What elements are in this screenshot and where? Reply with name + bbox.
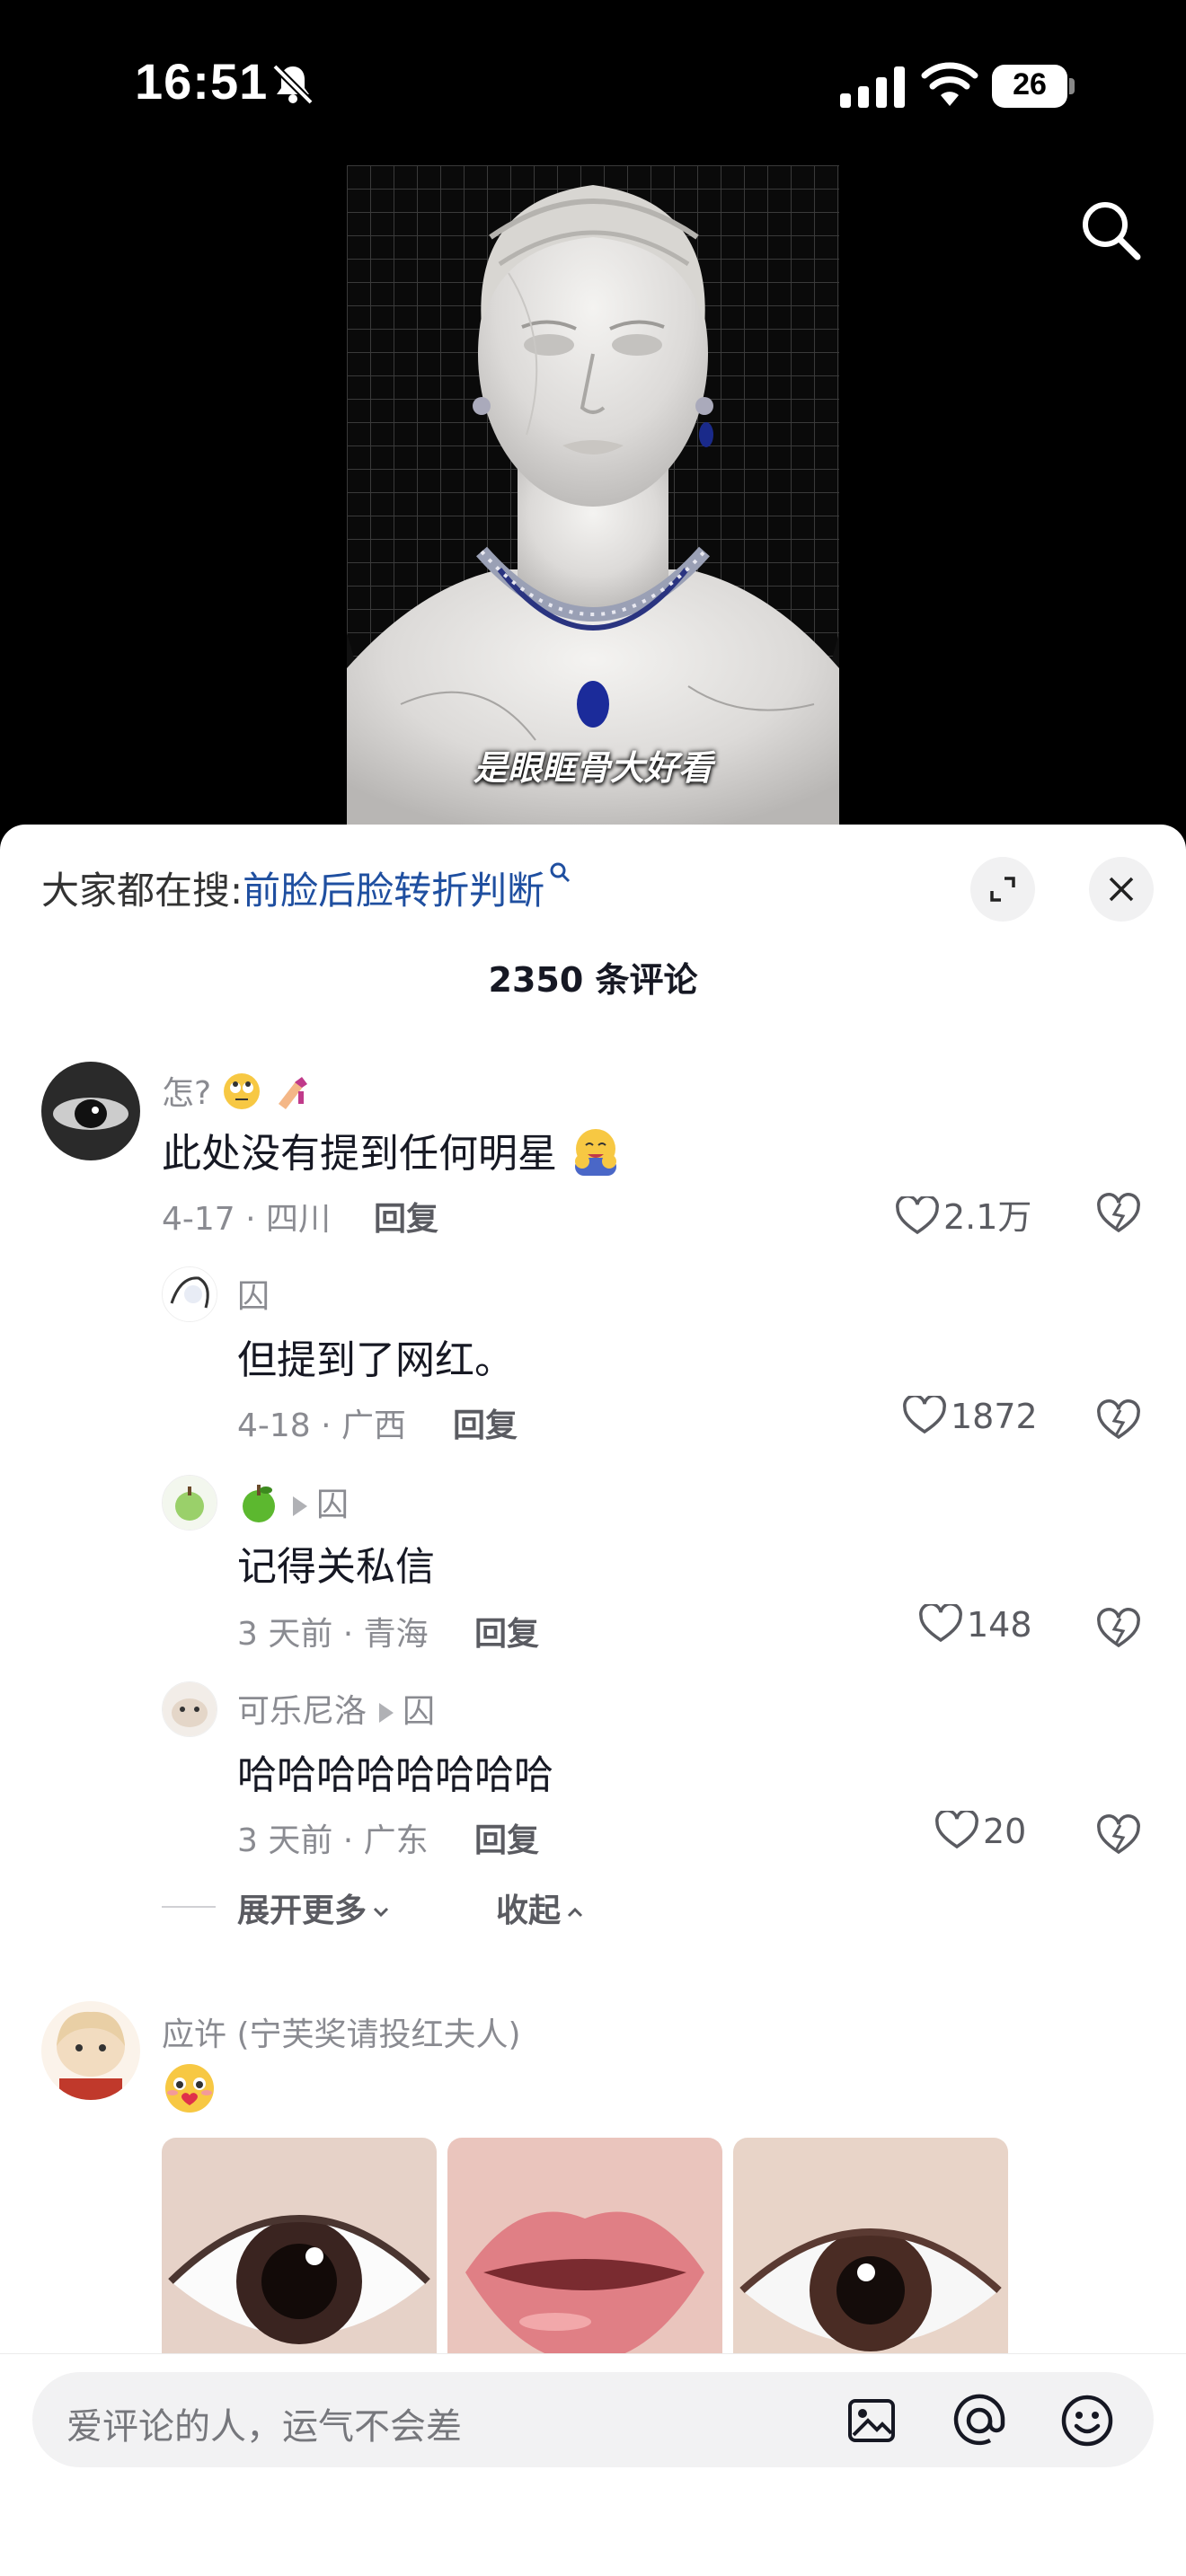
like-count: 2.1万	[943, 1197, 1032, 1237]
comment-date-location: 4-17 · 四川	[162, 1201, 332, 1238]
avatar[interactable]	[41, 2001, 140, 2100]
like-count: 1872	[951, 1397, 1038, 1436]
like-button[interactable]: 2.1万	[895, 1189, 1031, 1239]
comment-sheet: 大家都在搜:前脸后脸转折判断 2350 条评论 怎? 此处没有提到任何明星 4-…	[0, 825, 1186, 2576]
hugging-emoji-icon	[570, 1125, 622, 1187]
status-bar: 16:51 26	[0, 0, 1186, 171]
emoji-icon[interactable]	[1058, 2392, 1116, 2449]
reply-to-arrow-icon	[293, 1496, 307, 1516]
reply-text: 记得关私信	[237, 1544, 435, 1590]
comment-input[interactable]: 爱评论的人，运气不会差	[32, 2372, 1154, 2467]
green-apple-emoji-icon	[237, 1481, 280, 1532]
reply-date-location: 3 天前 · 广东	[237, 1822, 429, 1859]
nail-polish-emoji-icon	[271, 1072, 311, 1119]
hot-search-link[interactable]: 大家都在搜:前脸后脸转折判断	[41, 860, 571, 915]
heart-icon	[903, 1394, 946, 1434]
heart-icon	[935, 1809, 978, 1849]
expand-more-button[interactable]: 展开更多	[237, 1884, 390, 1931]
reply-button[interactable]: 回复	[374, 1193, 438, 1239]
video-caption: 是眼眶骨大好看	[473, 748, 712, 788]
reply-date-location: 4-18 · 广西	[237, 1407, 407, 1444]
reply-date-location: 3 天前 · 青海	[237, 1616, 429, 1653]
video-area[interactable]: 16:51 26 是眼眶骨大好看	[0, 0, 1186, 844]
video-frame[interactable]: 是眼眶骨大好看	[347, 165, 839, 826]
reply-button[interactable]: 回复	[474, 1608, 539, 1654]
comment-text	[162, 2060, 217, 2126]
avatar[interactable]	[162, 1681, 217, 1737]
avatar[interactable]	[162, 1475, 217, 1531]
marble-bust-image	[347, 185, 839, 826]
divider	[162, 1906, 216, 1908]
reply-text: 但提到了网红。	[237, 1337, 514, 1383]
comment-text: 此处没有提到任何明星	[162, 1121, 622, 1187]
comment-username[interactable]: 应许 (宁芙奖请投红夫人)	[162, 2008, 521, 2055]
signal-icon	[840, 66, 905, 108]
pleading-heart-emoji-icon	[162, 2060, 217, 2126]
close-button[interactable]	[1089, 857, 1154, 922]
comment-input-placeholder: 爱评论的人，运气不会差	[66, 2406, 462, 2448]
comment-count: 2350 条评论	[488, 960, 698, 1000]
reply-button[interactable]: 回复	[474, 1814, 539, 1861]
dislike-icon[interactable]	[1096, 1399, 1141, 1441]
like-count: 148	[967, 1605, 1032, 1645]
at-icon[interactable]	[951, 2392, 1008, 2449]
avatar[interactable]	[162, 1266, 217, 1322]
reply-username[interactable]: 囚	[237, 1270, 270, 1317]
hot-search-term[interactable]: 前脸后脸转折判断	[243, 869, 544, 913]
hot-search-label: 大家都在搜:	[41, 869, 243, 913]
dislike-icon[interactable]	[1096, 1608, 1141, 1649]
avatar[interactable]	[41, 1062, 140, 1160]
reply-to-arrow-icon	[379, 1703, 394, 1723]
reply-button[interactable]: 回复	[453, 1399, 518, 1446]
like-button[interactable]: 148	[918, 1602, 1032, 1645]
close-icon	[1109, 877, 1134, 902]
battery-level: 26	[1013, 67, 1047, 101]
comment-username[interactable]: 怎?	[162, 1067, 311, 1119]
chevron-down-icon	[373, 1907, 389, 1918]
dislike-icon[interactable]	[1096, 1193, 1141, 1234]
chevron-up-icon	[567, 1907, 583, 1918]
reply-username[interactable]: 囚	[237, 1478, 349, 1532]
eyeroll-emoji-icon	[222, 1072, 261, 1119]
image-icon[interactable]	[843, 2392, 900, 2449]
like-button[interactable]: 20	[934, 1809, 1027, 1851]
heart-icon	[896, 1195, 939, 1235]
battery-icon: 26	[992, 65, 1075, 108]
dislike-icon[interactable]	[1096, 1814, 1141, 1856]
heart-icon	[919, 1602, 962, 1643]
reply-username[interactable]: 可乐尼洛囚	[237, 1685, 435, 1732]
bell-off-icon	[272, 64, 314, 105]
status-time: 16:51	[135, 53, 269, 110]
collapse-button[interactable]: 收起	[496, 1884, 584, 1931]
expand-button[interactable]	[970, 857, 1035, 922]
search-icon	[550, 862, 571, 883]
expand-icon	[990, 877, 1015, 902]
like-button[interactable]: 1872	[902, 1394, 1038, 1436]
comment-input-bar: 爱评论的人，运气不会差	[0, 2353, 1186, 2576]
like-count: 20	[983, 1812, 1027, 1851]
reply-text: 哈哈哈哈哈哈哈哈	[237, 1752, 553, 1798]
search-icon[interactable]	[1075, 194, 1148, 268]
wifi-icon	[921, 62, 978, 106]
